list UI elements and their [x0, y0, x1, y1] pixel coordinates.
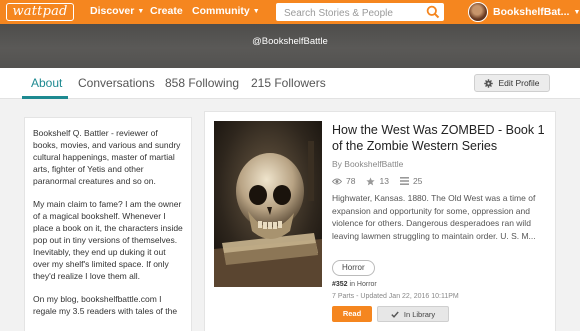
votes-count: 13: [379, 176, 389, 186]
star-icon: [366, 176, 376, 185]
about-paragraph: My main claim to fame? I am the owner of…: [33, 199, 183, 281]
rank-category: in Horror: [349, 281, 377, 288]
search-box: [276, 3, 444, 23]
reads-count: 78: [346, 176, 356, 186]
username: BookshelfBat...: [493, 6, 570, 18]
tab-about[interactable]: About: [31, 76, 62, 90]
about-paragraph: Bookshelf Q. Battler - reviewer of books…: [33, 128, 181, 186]
community-label: Community: [192, 5, 250, 17]
create-link[interactable]: Create: [150, 5, 183, 17]
story-rank: #352 in Horror: [332, 281, 377, 288]
votes-stat: 13: [366, 176, 389, 186]
community-menu[interactable]: Community ▼: [192, 5, 260, 17]
about-card: Bookshelf Q. Battler - reviewer of books…: [24, 117, 192, 331]
search-input[interactable]: [276, 4, 416, 23]
story-meta: 7 Parts - Updated Jan 22, 2016 10:11PM: [332, 293, 459, 300]
tab-following[interactable]: 858 Following: [165, 76, 239, 90]
discover-menu[interactable]: Discover ▼: [90, 5, 144, 17]
story-description: Highwater, Kansas. 1880. The Old West wa…: [332, 193, 536, 241]
profile-banner: @BookshelfBattle: [0, 24, 580, 68]
tab-followers[interactable]: 215 Followers: [251, 76, 326, 90]
avatar: [468, 2, 488, 22]
chevron-down-icon: ▼: [573, 9, 580, 16]
gear-icon: [484, 78, 494, 88]
edit-profile-button[interactable]: Edit Profile: [474, 74, 550, 92]
wattpad-logo[interactable]: wattpad: [6, 3, 74, 21]
reads-stat: 78: [332, 176, 355, 186]
read-button[interactable]: Read: [332, 306, 372, 322]
about-paragraph: On my blog, bookshelfbattle.com I regale…: [33, 294, 178, 316]
discover-label: Discover: [90, 5, 135, 17]
active-tab-indicator: [22, 96, 68, 99]
in-library-button[interactable]: In Library: [377, 306, 449, 322]
story-card: How the West Was ZOMBED - Book 1 of the …: [204, 111, 556, 331]
eye-icon: [332, 178, 342, 184]
story-author[interactable]: By BookshelfBattle: [332, 159, 403, 169]
user-menu[interactable]: BookshelfBat... ▼: [468, 2, 580, 22]
chevron-down-icon: ▼: [252, 8, 260, 15]
top-navbar: wattpad Discover▼ Create Community▼ Book…: [0, 0, 580, 24]
in-library-label: In Library: [403, 309, 436, 319]
parts-count: 25: [412, 176, 423, 186]
tab-conversations[interactable]: Conversations: [78, 76, 155, 90]
story-stats: 78 13 25: [332, 176, 433, 186]
list-icon: [399, 177, 409, 185]
edit-profile-label: Edit Profile: [498, 78, 540, 88]
checkmark-icon: [391, 311, 399, 318]
profile-handle: @BookshelfBattle: [252, 36, 328, 47]
parts-stat: 25: [399, 176, 423, 186]
story-title[interactable]: How the West Was ZOMBED - Book 1 of the …: [332, 122, 552, 154]
search-icon[interactable]: [426, 5, 440, 19]
genre-tag[interactable]: Horror: [332, 260, 375, 276]
rank-number: #352: [332, 281, 348, 288]
chevron-down-icon: ▼: [137, 8, 145, 15]
book-cover[interactable]: [214, 121, 322, 287]
